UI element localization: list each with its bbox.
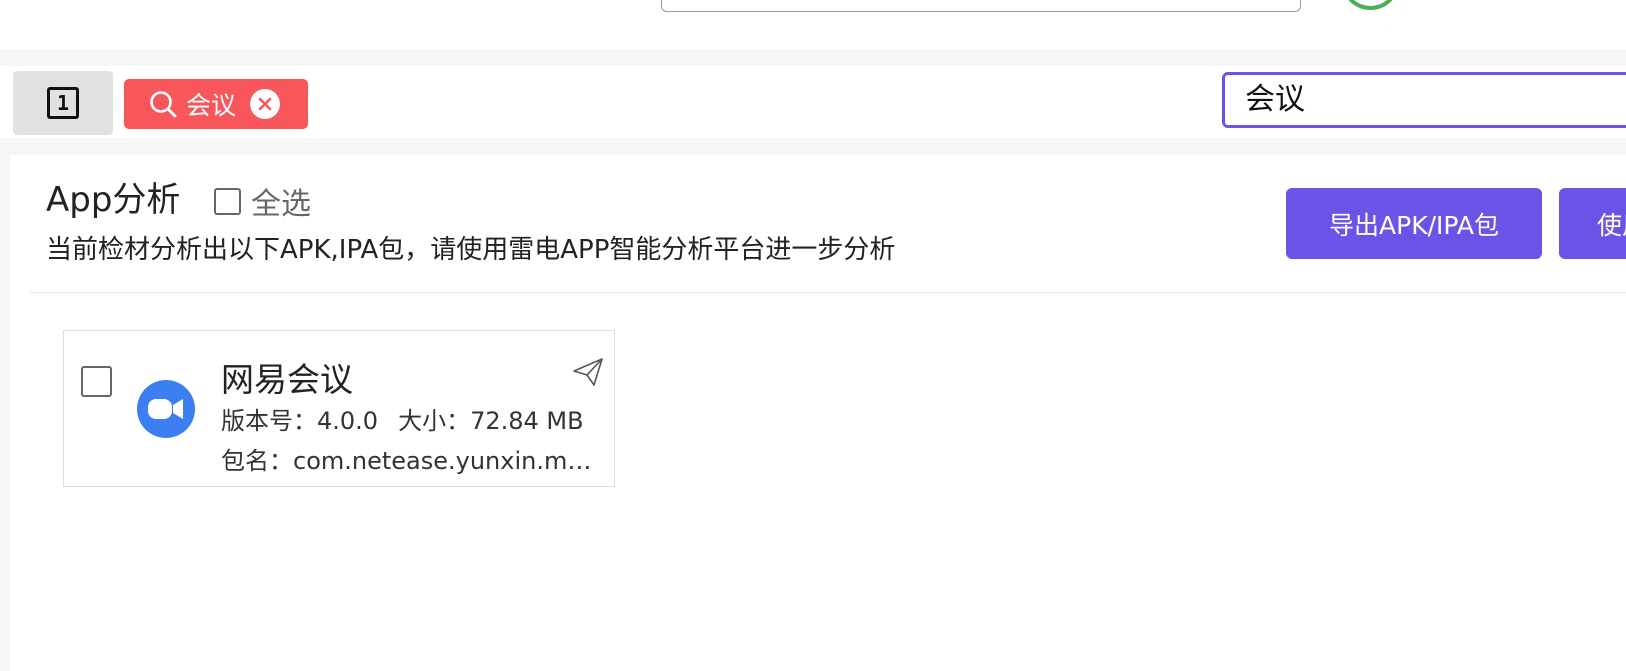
app-select-checkbox[interactable] [81, 366, 112, 397]
status-ring-icon [1343, 0, 1398, 10]
package-info: 包名：com.netease.yunxin.meeting [221, 441, 606, 476]
filter-bar: 1 会议 会议 [0, 66, 1626, 138]
top-bar [0, 0, 1626, 49]
use-platform-button[interactable]: 使用 [1559, 188, 1626, 259]
index-label: 1 [56, 91, 70, 115]
app-card[interactable]: 网易会议 版本号：4.0.0 大小：72.84 MB 包名：com.netease… [63, 330, 615, 487]
top-search-input[interactable] [661, 0, 1301, 12]
select-all-label: 全选 [251, 187, 311, 222]
search-input[interactable]: 会议 [1222, 72, 1626, 128]
search-filter-chip[interactable]: 会议 [124, 79, 308, 129]
app-meta: 版本号：4.0.0 大小：72.84 MB [221, 401, 584, 436]
size-value: 72.84 MB [470, 407, 584, 435]
share-icon[interactable] [572, 357, 604, 387]
export-apk-ipa-button[interactable]: 导出APK/IPA包 [1286, 188, 1542, 259]
package-value: com.netease.yunxin.meeting [293, 447, 606, 475]
app-name: 网易会议 [221, 360, 353, 399]
search-input-value: 会议 [1245, 82, 1305, 117]
version-value: 4.0.0 [317, 407, 379, 435]
divider [30, 292, 1626, 293]
select-all-checkbox[interactable]: 全选 [214, 179, 311, 223]
close-icon[interactable] [250, 89, 281, 119]
checkbox-box[interactable] [214, 187, 241, 215]
size-label: 大小： [398, 407, 471, 435]
index-button[interactable]: 1 [13, 71, 113, 135]
chip-label: 会议 [186, 91, 237, 120]
camera-app-icon [137, 380, 195, 438]
package-label: 包名： [221, 447, 293, 475]
description-text: 当前检材分析出以下APK,IPA包，请使用雷电APP智能分析平台进一步分析 [46, 235, 896, 265]
app-analysis-panel: App分析 全选 当前检材分析出以下APK,IPA包，请使用雷电APP智能分析平… [10, 155, 1626, 671]
search-icon [150, 91, 177, 118]
version-label: 版本号： [221, 407, 317, 435]
page-title: App分析 [46, 180, 181, 220]
index-box-icon: 1 [47, 87, 79, 119]
